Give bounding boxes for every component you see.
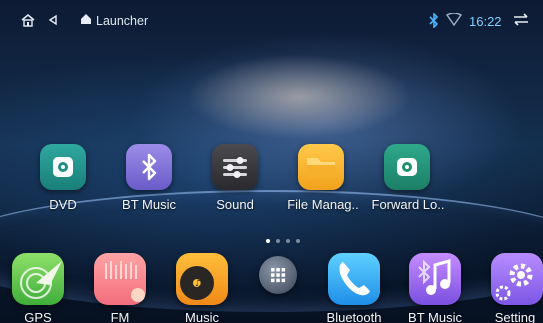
dock-label-fm: FM [110, 310, 130, 323]
bt-music-workspace-icon[interactable] [126, 144, 172, 190]
dock-label-gps: GPS [24, 310, 52, 323]
bt-music-icon[interactable] [409, 253, 461, 305]
music-icon[interactable]: ♫ [176, 253, 228, 305]
app-title: Launcher [96, 14, 149, 28]
dock-label-bluetooth: Bluetooth [326, 310, 382, 323]
radio-icon[interactable] [94, 253, 146, 305]
app-label-dvd: DVD [49, 197, 77, 212]
svg-text:♫: ♫ [194, 279, 202, 289]
page-dot[interactable] [286, 239, 290, 243]
app-label-sound: Sound [216, 197, 254, 212]
page-dot[interactable] [296, 239, 300, 243]
home-icon[interactable] [20, 13, 36, 32]
launcher-screen: Launcher 16:22 DVD BT Music Sound File M… [0, 0, 543, 323]
app-label-bt-music: BT Music [122, 197, 176, 212]
wifi-icon [445, 12, 463, 30]
app-label-file-manager: File Manag.. [287, 197, 359, 212]
dvd-icon[interactable] [40, 144, 86, 190]
camera-icon[interactable] [384, 144, 430, 190]
status-bar: Launcher 16:22 [0, 0, 543, 40]
dock-label-bt-music: BT Music [408, 310, 462, 323]
page-dot[interactable] [276, 239, 280, 243]
dock-label-music: Music [185, 310, 219, 323]
equalizer-icon[interactable] [212, 144, 258, 190]
bluetooth-icon [429, 12, 439, 32]
dock-label-setting: Setting [494, 310, 536, 323]
back-icon[interactable] [47, 13, 61, 31]
page-dot[interactable] [266, 239, 270, 243]
clock: 16:22 [469, 14, 502, 29]
return-icon[interactable] [512, 13, 530, 31]
folder-icon[interactable] [298, 144, 344, 190]
phone-icon[interactable] [328, 253, 380, 305]
gear-icon[interactable] [491, 253, 543, 305]
page-indicator [263, 230, 303, 248]
launcher-icon [80, 13, 92, 29]
gps-icon[interactable] [12, 253, 64, 305]
app-drawer-icon[interactable] [259, 256, 297, 294]
app-label-forward-lo: Forward Lo.. [371, 197, 445, 212]
